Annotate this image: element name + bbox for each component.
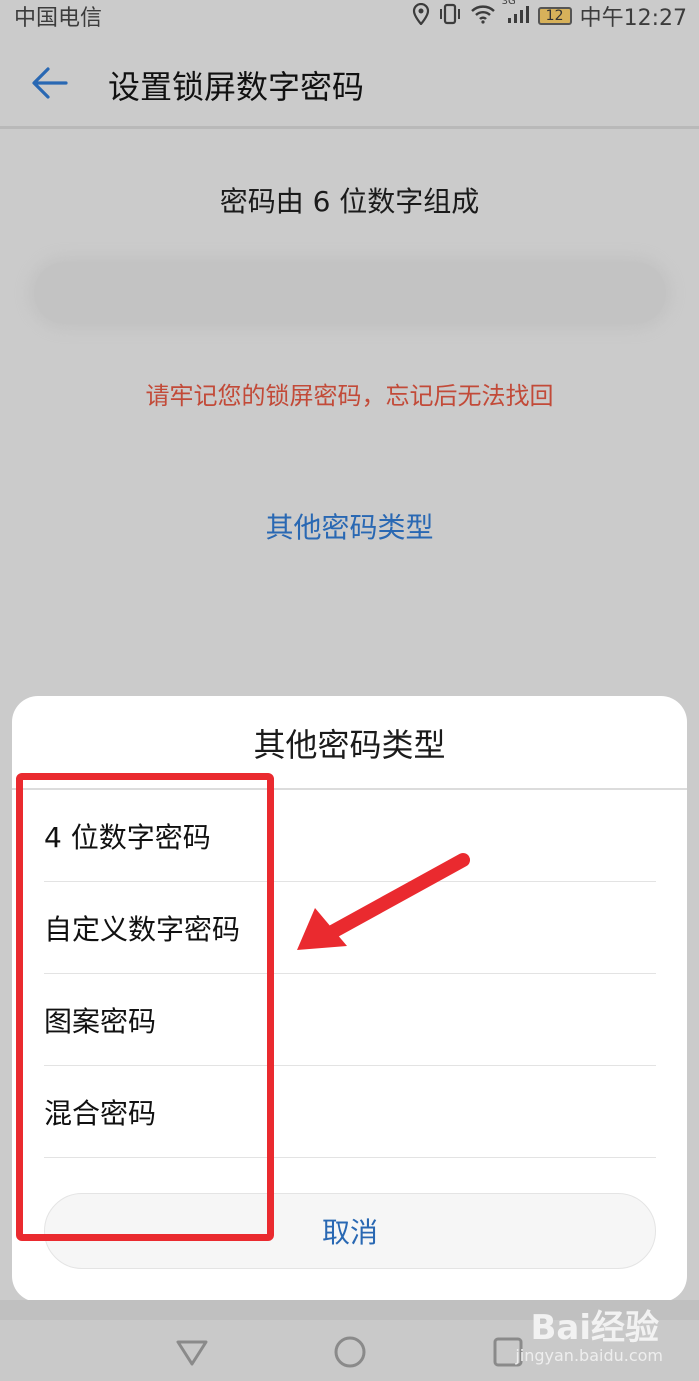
carrier-label: 中国电信	[14, 6, 103, 31]
back-triangle-icon	[176, 1340, 208, 1366]
other-password-types-link[interactable]: 其他密码类型	[0, 506, 699, 546]
clock: 中午12:27	[579, 6, 687, 31]
nav-back-button[interactable]	[174, 1334, 210, 1370]
warning-text: 请牢记您的锁屏密码，忘记后无法找回	[145, 382, 554, 410]
app-bar-divider	[0, 126, 699, 129]
status-icons: 3G 12 中午12:27	[412, 0, 687, 32]
back-button[interactable]	[28, 60, 74, 106]
page-title: 设置锁屏数字密码	[108, 68, 365, 106]
app-bar: 设置锁屏数字密码	[0, 40, 699, 126]
signal-icon: 3G	[502, 0, 530, 29]
nav-home-button[interactable]	[332, 1334, 368, 1370]
pin-instructions: 密码由 6 位数字组成	[219, 185, 480, 218]
red-highlight-box	[16, 773, 274, 1241]
vibrate-icon	[438, 3, 462, 30]
pin-input[interactable]	[34, 262, 666, 324]
watermark-url: jingyan.baidu.com	[515, 1346, 663, 1365]
wifi-icon	[470, 4, 496, 29]
red-arrow-icon	[297, 853, 470, 950]
battery-level: 12	[545, 8, 564, 24]
battery-icon: 12	[537, 7, 572, 25]
location-icon	[412, 2, 430, 30]
baidu-jingyan-watermark: Bai经验	[530, 1308, 659, 1348]
arrow-left-icon	[32, 67, 68, 99]
home-circle-icon	[334, 1336, 366, 1368]
network-type-label: 3G	[501, 0, 516, 7]
status-bar: 中国电信 3G 12 中午12:27	[0, 0, 699, 32]
sheet-title: 其他密码类型	[253, 726, 446, 764]
